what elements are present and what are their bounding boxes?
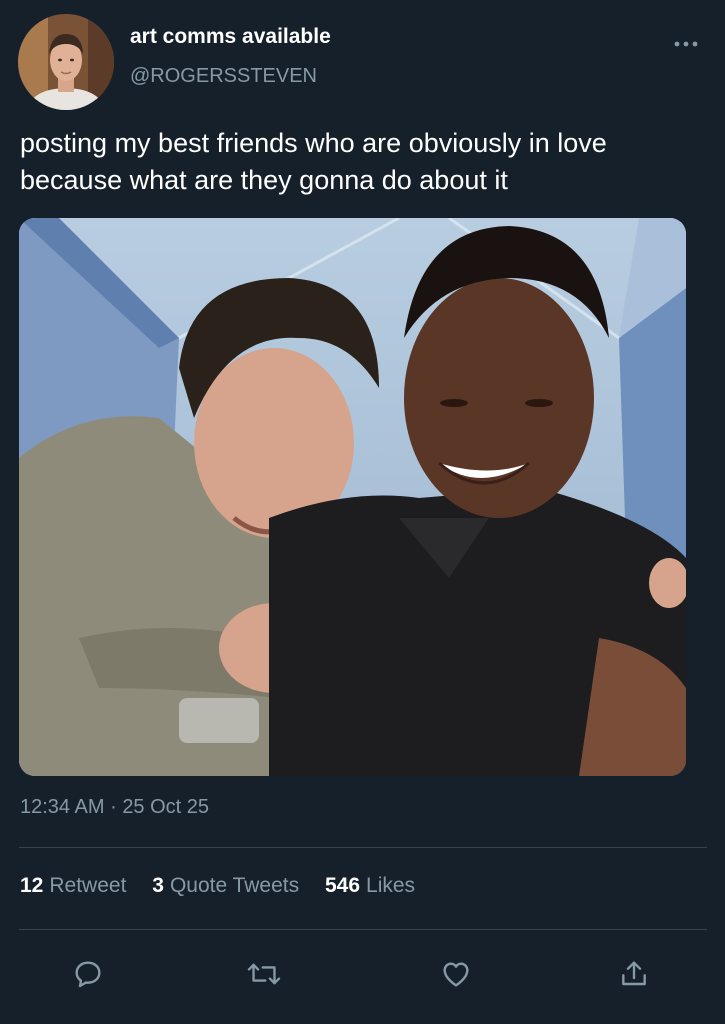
timestamp-separator: · bbox=[110, 796, 117, 818]
tweet-photo[interactable] bbox=[19, 218, 686, 776]
avatar[interactable] bbox=[18, 14, 114, 110]
retweets-label: Retweet bbox=[49, 874, 127, 897]
reply-icon bbox=[75, 961, 101, 988]
tweet-timestamp: 12:34 AM · 25 Oct 25 bbox=[20, 796, 209, 819]
reply-button[interactable] bbox=[68, 954, 108, 994]
display-name[interactable]: art comms available bbox=[130, 25, 331, 49]
profile-photo-icon bbox=[18, 14, 114, 110]
quote-tweets-stat[interactable]: 3 Quote Tweets bbox=[152, 874, 299, 898]
share-icon bbox=[622, 961, 646, 986]
engagement-stats: 12 Retweet 3 Quote Tweets 546 Likes bbox=[20, 874, 435, 898]
heart-icon bbox=[443, 962, 469, 987]
tweet-time[interactable]: 12:34 AM bbox=[20, 796, 105, 818]
more-options-button[interactable] bbox=[668, 34, 704, 54]
likes-count: 546 bbox=[324, 874, 361, 897]
user-handle[interactable]: @ROGERSSTEVEN bbox=[130, 65, 317, 88]
divider bbox=[19, 929, 707, 930]
tweet-date[interactable]: 25 Oct 25 bbox=[122, 796, 209, 818]
tweet-text: posting my best friends who are obviousl… bbox=[20, 128, 607, 195]
retweets-stat[interactable]: 12 Retweet bbox=[20, 874, 126, 898]
retweet-button[interactable] bbox=[244, 954, 284, 994]
quote-tweets-count: 3 bbox=[152, 874, 164, 897]
more-dots-icon bbox=[674, 41, 698, 47]
photo-image bbox=[19, 218, 686, 776]
likes-stat[interactable]: 546 Likes bbox=[325, 874, 415, 898]
like-button[interactable] bbox=[436, 954, 476, 994]
quote-tweets-label: Quote Tweets bbox=[169, 874, 300, 897]
action-bar bbox=[0, 948, 725, 998]
divider bbox=[19, 847, 707, 848]
retweets-count: 12 bbox=[20, 874, 44, 897]
share-button[interactable] bbox=[614, 954, 654, 994]
tweet-header: art comms available @ROGERSSTEVEN bbox=[18, 14, 708, 114]
likes-label: Likes bbox=[366, 874, 416, 897]
retweet-icon bbox=[247, 963, 281, 985]
